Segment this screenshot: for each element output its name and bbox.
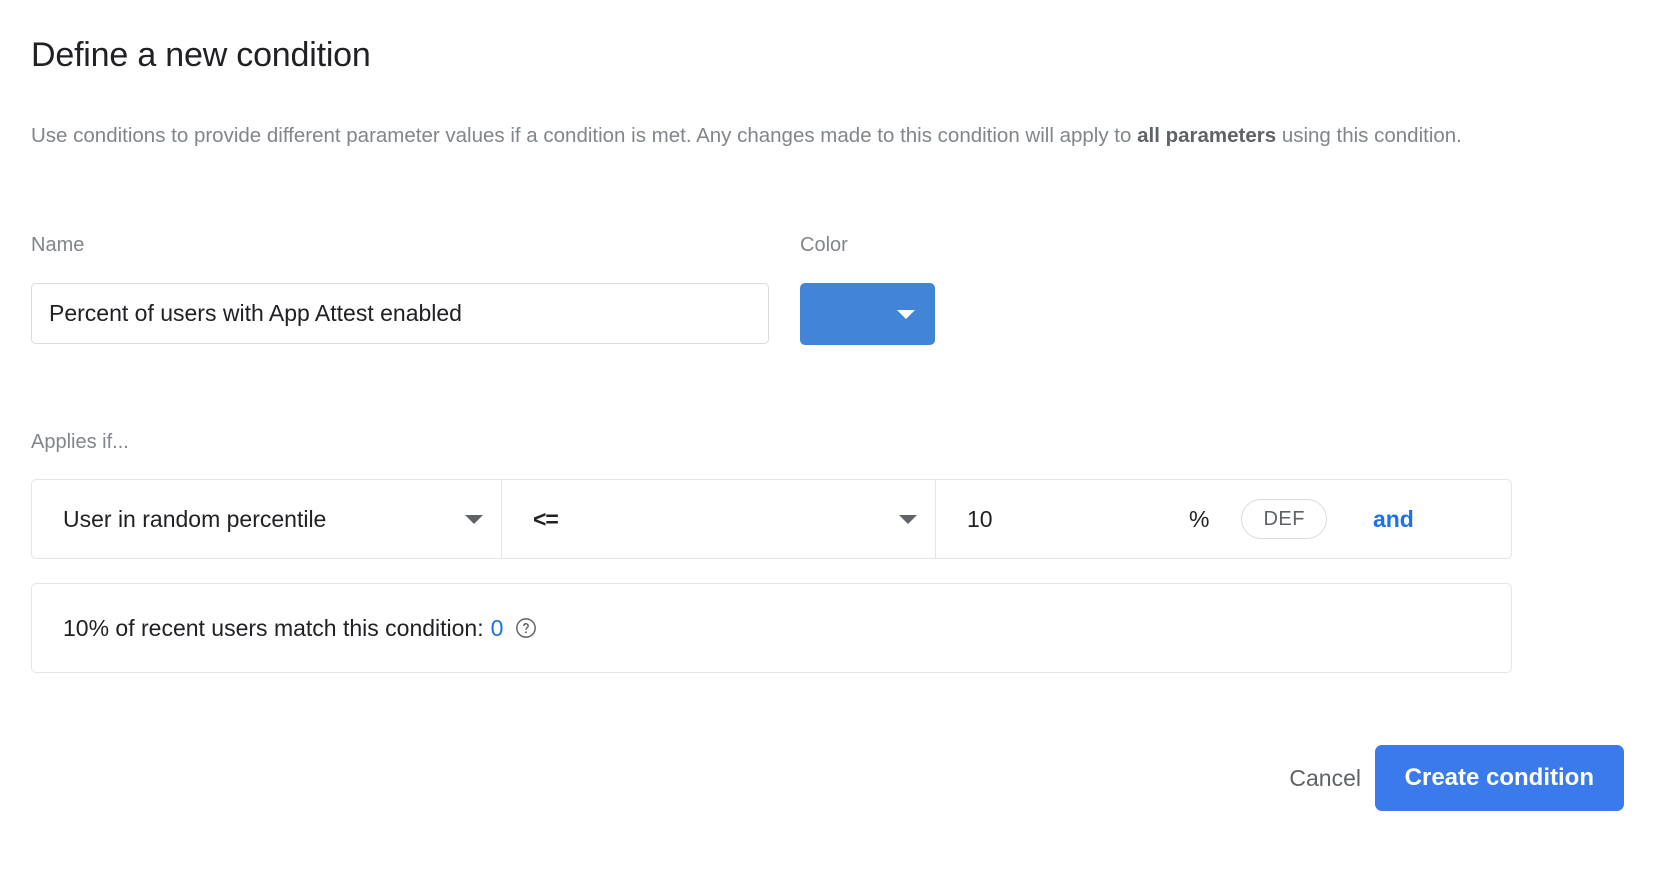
condition-value-input[interactable] [967,505,1177,533]
color-picker-button[interactable] [800,283,935,345]
condition-name-input[interactable] [31,283,769,344]
create-condition-button[interactable]: Create condition [1374,745,1624,811]
define-condition-dialog: Define a new condition Use conditions to… [0,0,1655,885]
chevron-down-icon [899,514,917,524]
color-label: Color [800,234,848,256]
add-and-clause-link[interactable]: and [1373,506,1414,533]
match-summary-text: 10% of recent users match this condition… [63,614,484,641]
condition-attribute-value: User in random percentile [63,505,327,532]
help-circle-icon[interactable] [515,617,537,639]
chevron-down-icon [897,310,915,319]
percent-unit-label: % [1189,505,1210,532]
description-bold-all-parameters: all parameters [1137,124,1277,147]
name-label: Name [31,234,85,256]
match-summary-count: 0 [490,614,504,641]
description-text-part2: using this condition. [1276,124,1462,147]
condition-operator-value: <= [533,505,559,532]
applies-if-label: Applies if... [31,431,129,453]
match-summary-row: 10% of recent users match this condition… [31,583,1512,673]
randomization-seed-chip[interactable]: DEF [1241,499,1327,539]
condition-operator-select[interactable]: <= [502,480,936,558]
condition-attribute-select[interactable]: User in random percentile [32,480,502,558]
description-text-part1: Use conditions to provide different para… [31,124,1138,147]
chevron-down-icon [465,514,483,524]
cancel-button[interactable]: Cancel [1277,755,1373,802]
condition-value-cell: % DEF and [936,480,1511,558]
condition-row: User in random percentile <= % DEF and [31,479,1512,559]
dialog-description: Use conditions to provide different para… [31,116,1476,156]
page-title: Define a new condition [31,36,371,74]
